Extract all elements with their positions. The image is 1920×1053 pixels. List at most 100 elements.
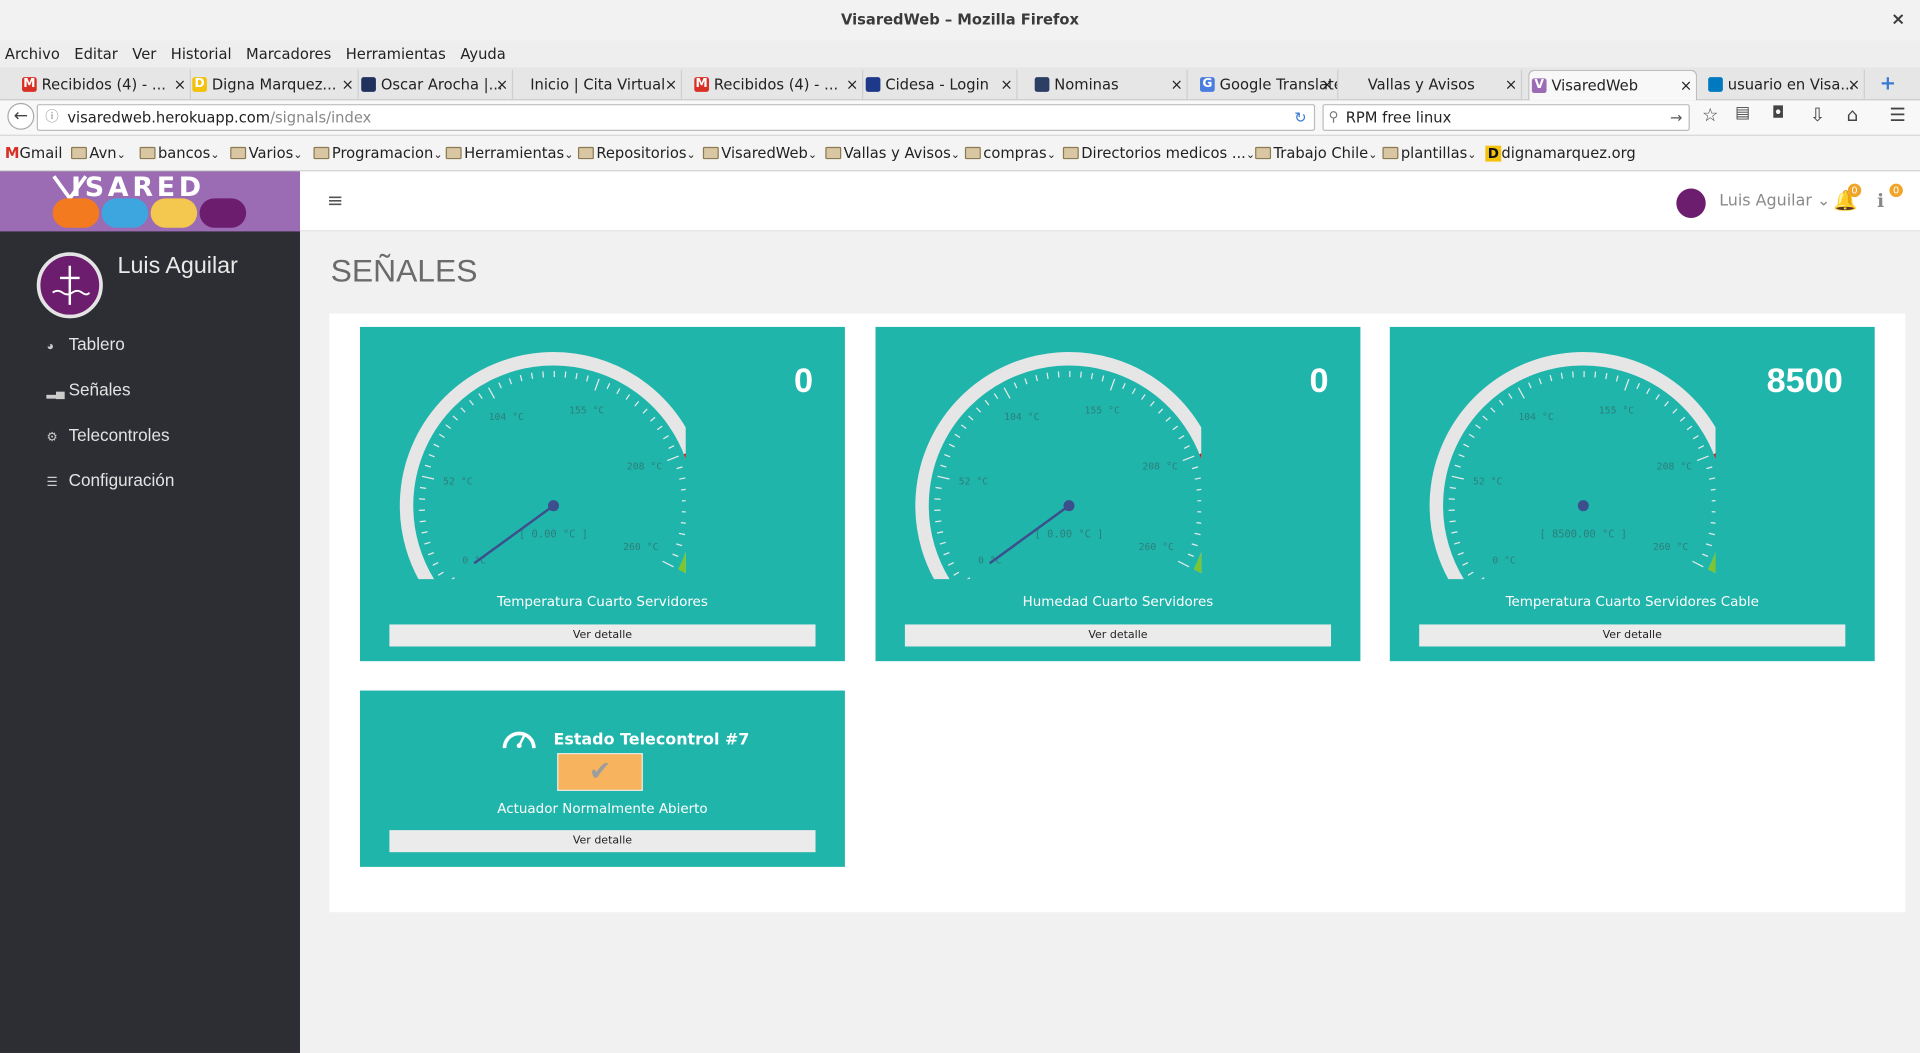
menu-ver[interactable]: Ver — [127, 40, 161, 67]
close-icon[interactable]: × — [1000, 70, 1012, 99]
tab-2[interactable]: Oscar Arocha |... × — [359, 69, 514, 101]
tab-6[interactable]: Nominas × — [1032, 69, 1188, 101]
gauge-tick — [427, 552, 435, 556]
gauge-tick-label: 52 °C — [1473, 476, 1503, 487]
gauge-tick — [1454, 464, 1461, 468]
bookmark-label: Avn — [89, 144, 117, 162]
bookmark-item[interactable]: Trabajo Chile⌄ — [1255, 144, 1377, 162]
menu-toggle-icon[interactable]: ≡ — [327, 189, 343, 212]
bookmark-star-icon[interactable]: ☆ — [1702, 104, 1718, 126]
bookmark-item[interactable]: compras⌄ — [964, 144, 1056, 162]
tab-4[interactable]: M Recibidos (4) - ... × — [692, 69, 864, 101]
bookmark-item[interactable]: MGmail — [5, 144, 63, 161]
gauge-tick-label: 104 °C — [1518, 412, 1553, 423]
download-icon[interactable]: ⇩ — [1810, 104, 1825, 126]
close-icon[interactable]: × — [1680, 71, 1692, 100]
nominas-icon — [1034, 77, 1050, 92]
menu-marcadores[interactable]: Marcadores — [241, 40, 336, 67]
bookmark-item[interactable]: Herramientas⌄ — [445, 144, 573, 162]
search-input[interactable]: ⚲ RPM free linux → — [1322, 104, 1690, 132]
gauge-tick — [681, 488, 686, 491]
bookmark-item[interactable]: VisaredWeb⌄ — [702, 144, 817, 162]
menu-archivo[interactable]: Archivo — [0, 40, 65, 67]
tab-label: Cidesa - Login — [885, 75, 989, 94]
close-icon[interactable]: × — [342, 70, 354, 99]
navigation-bar: ← ⓘ visaredweb.herokuapp.com/signals/ind… — [0, 100, 1920, 136]
gauge-tick — [1158, 408, 1164, 414]
bookmark-item[interactable]: bancos⌄ — [139, 144, 220, 162]
info-icon[interactable]: ℹ — [1877, 190, 1884, 212]
gauge-tick-label: 155 °C — [1084, 406, 1119, 417]
tab-1[interactable]: D Digna Marquez... × — [190, 69, 359, 101]
close-icon[interactable]: × — [1321, 70, 1333, 99]
sidebar-item-senales[interactable]: ▂▄ Señales — [47, 380, 131, 400]
gauge-tick — [1196, 488, 1202, 491]
menu-historial[interactable]: Historial — [166, 40, 237, 67]
close-icon[interactable]: × — [174, 70, 186, 99]
sidebar-item-configuracion[interactable]: ☰ Configuración — [47, 470, 175, 490]
tab-7[interactable]: G Google Translate × — [1198, 69, 1339, 101]
bookmark-item[interactable]: Avn⌄ — [71, 144, 126, 162]
close-icon[interactable]: × — [496, 70, 508, 99]
back-button[interactable]: ← — [7, 102, 35, 130]
bookmark-item[interactable]: Programacion⌄ — [313, 144, 443, 162]
close-icon[interactable]: × — [665, 70, 677, 99]
window-close-button[interactable]: × — [1891, 0, 1905, 40]
hamburger-menu-icon[interactable]: ☰ — [1889, 104, 1905, 126]
detail-button[interactable]: Ver detalle — [904, 624, 1332, 647]
chevron-down-icon: ⌄ — [1245, 149, 1256, 162]
gauge-tick-label: 260 °C — [623, 542, 658, 553]
gauge-tick — [1624, 378, 1630, 391]
sidebar-item-tablero[interactable]: ◕ Tablero — [47, 334, 125, 354]
menu-ayuda[interactable]: Ayuda — [455, 40, 510, 67]
pocket-icon[interactable]: ◘ — [1772, 104, 1785, 122]
bookmark-item[interactable]: Ddignamarquez.org — [1485, 144, 1636, 162]
close-icon[interactable]: × — [1505, 70, 1517, 99]
detail-button[interactable]: Ver detalle — [1419, 624, 1846, 647]
close-icon[interactable]: × — [1848, 70, 1860, 99]
gauge-label: Temperatura Cuarto Servidores — [497, 593, 708, 610]
user-avatar[interactable] — [1676, 188, 1706, 218]
menu-editar[interactable]: Editar — [69, 40, 122, 67]
reload-icon[interactable]: ↻ — [1294, 105, 1306, 129]
bookmark-item[interactable]: Directorios medicos ...⌄ — [1062, 144, 1256, 162]
new-tab-button[interactable]: + — [1880, 71, 1896, 94]
gauge-tick — [936, 531, 944, 534]
sidebar-item-label: Telecontroles — [68, 424, 170, 445]
gauge-tick — [680, 521, 686, 524]
detail-button[interactable]: Ver detalle — [389, 624, 816, 647]
gauge-tick — [1710, 488, 1716, 491]
dashboard-icon: ◕ — [46, 340, 54, 354]
bookmark-item[interactable]: Varios⌄ — [230, 144, 303, 162]
bookmark-item[interactable]: Vallas y Avisos⌄ — [825, 144, 960, 162]
gauge-tick — [1141, 394, 1146, 400]
gauge-tick — [650, 416, 656, 422]
info-icon[interactable]: ⓘ — [45, 105, 58, 129]
gauge-tick — [1003, 387, 1011, 399]
tab-5[interactable]: Cidesa - Login × — [863, 69, 1018, 101]
url-bar[interactable]: ⓘ visaredweb.herokuapp.com/signals/index… — [36, 104, 1316, 132]
menu-herramientas[interactable]: Herramientas — [341, 40, 451, 67]
bookmark-item[interactable]: Repositorios⌄ — [577, 144, 696, 162]
telecontrol-detail-button[interactable]: Ver detalle — [389, 830, 816, 853]
home-icon[interactable]: ⌂ — [1847, 104, 1859, 126]
sidebar-item-telecontroles[interactable]: ⚙ Telecontroles — [47, 425, 170, 445]
user-menu[interactable]: Luis Aguilar ⌄ — [1719, 192, 1830, 210]
sidebar-avatar[interactable] — [36, 252, 103, 319]
bookmark-item[interactable]: plantillas⌄ — [1382, 144, 1476, 162]
telecontrol-state-toggle[interactable]: ✔ — [557, 753, 643, 791]
tab-0[interactable]: M Recibidos (4) - ... × — [20, 69, 192, 101]
tab-3[interactable]: Inicio | Cita Virtual × — [516, 69, 683, 101]
close-icon[interactable]: × — [1171, 70, 1183, 99]
reader-list-icon[interactable]: ▤ — [1735, 104, 1750, 122]
search-go-icon[interactable]: → — [1670, 105, 1682, 129]
folder-icon — [1382, 146, 1399, 160]
close-icon[interactable]: × — [846, 70, 858, 99]
gauge-tick-label: 52 °C — [443, 476, 473, 487]
tab-9[interactable]: V VisaredWeb × — [1528, 69, 1698, 101]
folder-icon — [313, 146, 330, 160]
cogs-icon: ⚙ — [46, 430, 58, 445]
tab-8[interactable]: Vallas y Avisos × — [1353, 69, 1523, 101]
tab-10[interactable]: usuario en Visa... × — [1706, 69, 1865, 101]
brand-logo[interactable]: ISARED — [0, 171, 301, 232]
